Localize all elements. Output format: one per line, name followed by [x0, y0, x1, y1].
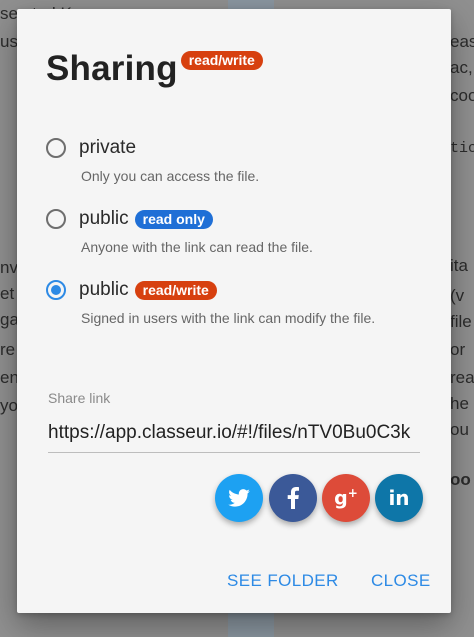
background-text-line: tic: [450, 140, 474, 157]
background-text-line: ou: [450, 420, 469, 439]
sharing-dialog: Sharing read/write private Only you can …: [17, 9, 451, 613]
background-text-line: eas: [450, 32, 474, 51]
dialog-title: Sharing: [46, 49, 178, 88]
facebook-share-button[interactable]: [269, 474, 317, 522]
share-link-label: Share link: [48, 390, 111, 406]
background-text-line: rea: [450, 368, 474, 387]
option-private[interactable]: private Only you can access the file.: [46, 134, 426, 184]
background-text-line: ita: [450, 256, 468, 275]
radio-private[interactable]: [46, 138, 66, 158]
background-text-line: nv: [0, 258, 18, 277]
background-text-line: re: [0, 340, 16, 359]
background-text-line: ac,: [450, 58, 473, 77]
read-write-badge: read/write: [134, 280, 217, 300]
option-header: public read/write: [46, 276, 426, 304]
title-permission-badge: read/write: [180, 51, 263, 70]
radio-public-read-only[interactable]: [46, 209, 66, 229]
facebook-icon: [287, 487, 299, 509]
linkedin-icon: in: [388, 486, 410, 510]
close-button[interactable]: CLOSE: [371, 571, 431, 591]
background-text-line: (v: [450, 286, 465, 305]
see-folder-button[interactable]: SEE FOLDER: [227, 571, 339, 591]
twitter-icon: [228, 489, 250, 507]
option-label: private: [79, 137, 137, 158]
option-label: public: [79, 208, 129, 229]
option-description: Anyone with the link can read the file.: [81, 239, 313, 255]
google-plus-icon: g+: [334, 486, 358, 510]
option-public-read-write[interactable]: public read/write Signed in users with t…: [46, 276, 426, 326]
radio-public-read-write[interactable]: [46, 280, 66, 300]
option-public-read-only[interactable]: public read only Anyone with the link ca…: [46, 205, 426, 255]
background-text-line: et: [0, 284, 15, 303]
option-description: Only you can access the file.: [81, 168, 260, 184]
share-link-field[interactable]: [48, 418, 420, 453]
read-only-badge: read only: [134, 209, 213, 229]
option-description: Signed in users with the link can modify…: [81, 310, 376, 326]
option-header: private: [46, 134, 426, 162]
dialog-header: Sharing read/write: [46, 49, 263, 89]
background-text-line: oo: [450, 470, 471, 489]
background-text-line: us: [0, 32, 18, 51]
background-text-line: he: [450, 394, 469, 413]
twitter-share-button[interactable]: [215, 474, 263, 522]
background-text-line: yo: [0, 396, 18, 415]
background-text-line: or: [450, 340, 466, 359]
google-plus-share-button[interactable]: g+: [322, 474, 370, 522]
linkedin-share-button[interactable]: in: [375, 474, 423, 522]
option-header: public read only: [46, 205, 426, 233]
background-text-line: file: [450, 312, 472, 331]
background-text-line: coo: [450, 86, 474, 105]
option-label: public: [79, 279, 129, 300]
